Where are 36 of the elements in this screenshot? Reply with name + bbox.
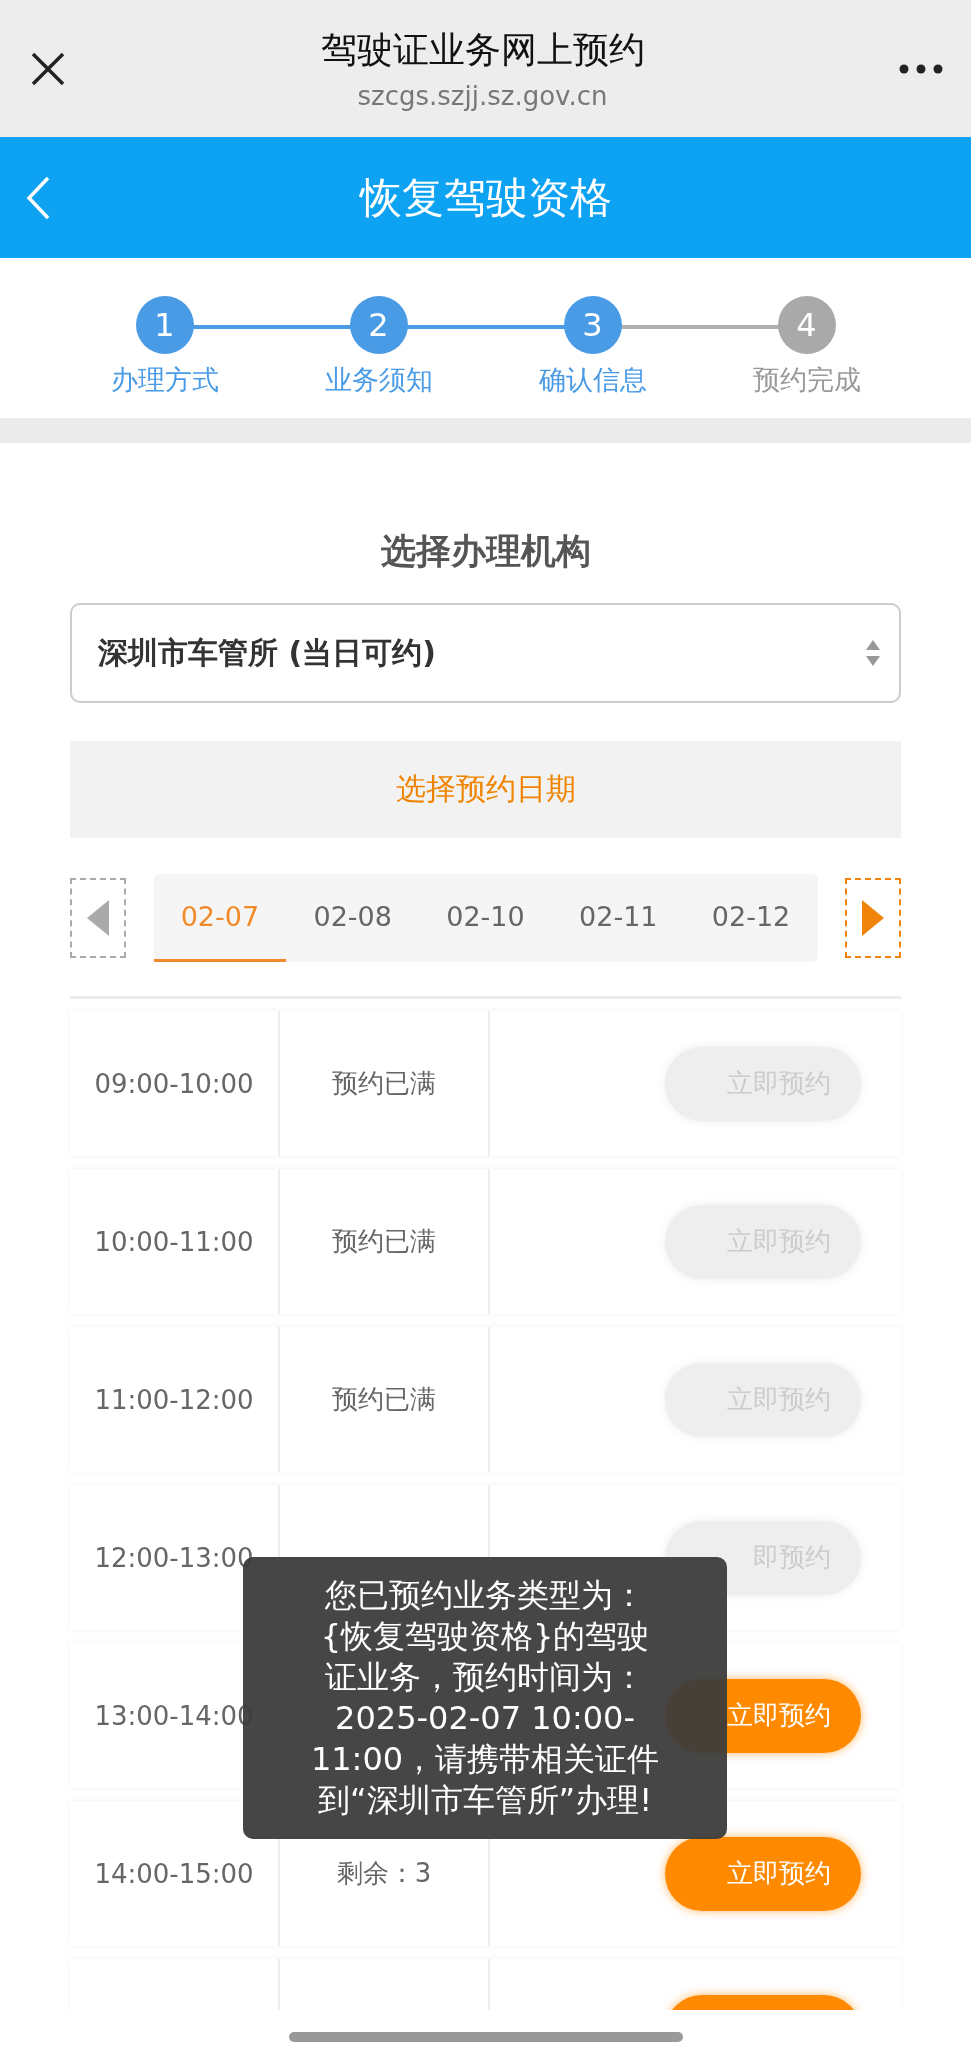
slot-time: 11:00-12:00: [94, 1384, 254, 1415]
close-icon[interactable]: [30, 50, 66, 87]
date-tab[interactable]: 02-11: [551, 874, 685, 962]
step-label: 办理方式: [110, 363, 219, 397]
sort-icon: [865, 638, 881, 668]
slot-time: 09:00-10:00: [94, 1068, 254, 1099]
slot-status: 预约已满: [332, 1067, 436, 1100]
header-title: 恢复驾驶资格: [359, 171, 612, 224]
slot-status: 预约已满: [332, 1225, 436, 1258]
office-select[interactable]: 深圳市车管所 (当日可约): [70, 603, 901, 703]
date-tab[interactable]: 02-08: [286, 874, 420, 962]
step-label: 业务须知: [324, 363, 433, 397]
step-label: 确认信息: [538, 363, 647, 397]
url-text: szcgs.szjj.sz.gov.cn: [357, 81, 608, 111]
date-tab[interactable]: 02-10: [419, 874, 552, 962]
prev-date-button[interactable]: [70, 878, 126, 958]
step-number: 4: [777, 296, 836, 354]
step-number: 3: [563, 296, 622, 354]
next-date-button[interactable]: [845, 878, 901, 958]
book-button[interactable]: 立即预约: [665, 1836, 861, 1911]
left-triangle-icon: [85, 898, 111, 938]
page-title: 驾驶证业务网上预约: [320, 28, 645, 72]
section-title: 选择办理机构: [379, 530, 592, 573]
slot-time: 12:00-13:00: [94, 1542, 254, 1573]
slot-status: 预约已满: [332, 1383, 436, 1416]
slot-time: 14:00-15:00: [94, 1858, 254, 1889]
step-number: 2: [349, 296, 408, 354]
step-label: 预约完成: [752, 363, 861, 397]
date-heading: 选择预约日期: [70, 741, 901, 838]
date-tab[interactable]: 02-07: [153, 874, 287, 962]
more-icon[interactable]: [899, 63, 943, 74]
right-triangle-icon: [860, 898, 886, 938]
step-number: 1: [135, 296, 194, 354]
slot-time: 10:00-11:00: [94, 1226, 254, 1257]
date-tab[interactable]: 02-12: [684, 874, 818, 962]
slot-status: 剩余：3: [336, 1857, 432, 1890]
